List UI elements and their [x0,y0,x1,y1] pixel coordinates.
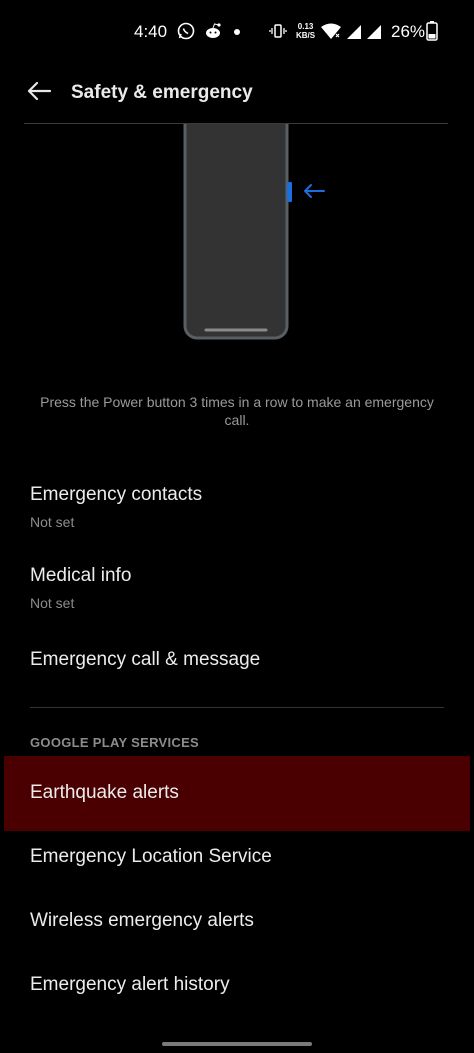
wireless-emergency-alerts-title: Wireless emergency alerts [30,910,254,931]
arrow-left-icon [26,81,52,106]
power-button-caption: Press the Power button 3 times in a row … [40,394,434,428]
wireless-emergency-alerts-row[interactable]: Wireless emergency alerts [0,895,474,951]
wifi-icon [320,20,342,42]
medical-info-subtitle: Not set [30,595,75,611]
emergency-location-service-row[interactable]: Emergency Location Service [0,831,474,887]
power-button-illustration [0,124,474,344]
speed-unit: KB/S [296,31,316,40]
notification-dot-icon [234,29,240,35]
earthquake-alerts-row[interactable]: Earthquake alerts [0,756,474,831]
emergency-call-message-title: Emergency call & message [30,649,261,670]
speed-value: 0.13 [297,22,314,31]
battery-percent: 26% [391,22,426,41]
signal-icon-2 [364,20,384,42]
vibrate-icon [268,20,288,42]
emergency-contacts-title: Emergency contacts [30,484,203,505]
whatsapp-icon [176,20,196,42]
google-play-services-header: GOOGLE PLAY SERVICES [30,735,200,750]
network-speed: 0.13 KB/S [296,22,315,40]
page-title: Safety & emergency [71,82,253,103]
back-button[interactable] [22,78,56,108]
signal-icon [344,20,364,42]
section-divider [30,707,444,708]
emergency-contacts-subtitle: Not set [30,514,75,530]
reddit-icon [202,20,224,42]
status-bar: 4:40 0.13 KB/S 26% [0,0,474,64]
emergency-alert-history-title: Emergency alert history [30,974,230,995]
emergency-contacts-row[interactable]: Emergency contacts Not set [0,470,474,540]
medical-info-title: Medical info [30,565,132,586]
home-indicator[interactable] [162,1042,312,1046]
battery-icon [425,20,439,42]
medical-info-row[interactable]: Medical info Not set [0,550,474,620]
emergency-alert-history-row[interactable]: Emergency alert history [0,959,474,1015]
earthquake-alerts-title: Earthquake alerts [30,782,179,803]
emergency-location-service-title: Emergency Location Service [30,846,272,867]
power-button-arrow-icon [302,182,326,205]
app-bar: Safety & emergency [0,64,474,124]
emergency-call-message-row[interactable]: Emergency call & message [0,630,474,694]
status-time: 4:40 [134,22,168,41]
